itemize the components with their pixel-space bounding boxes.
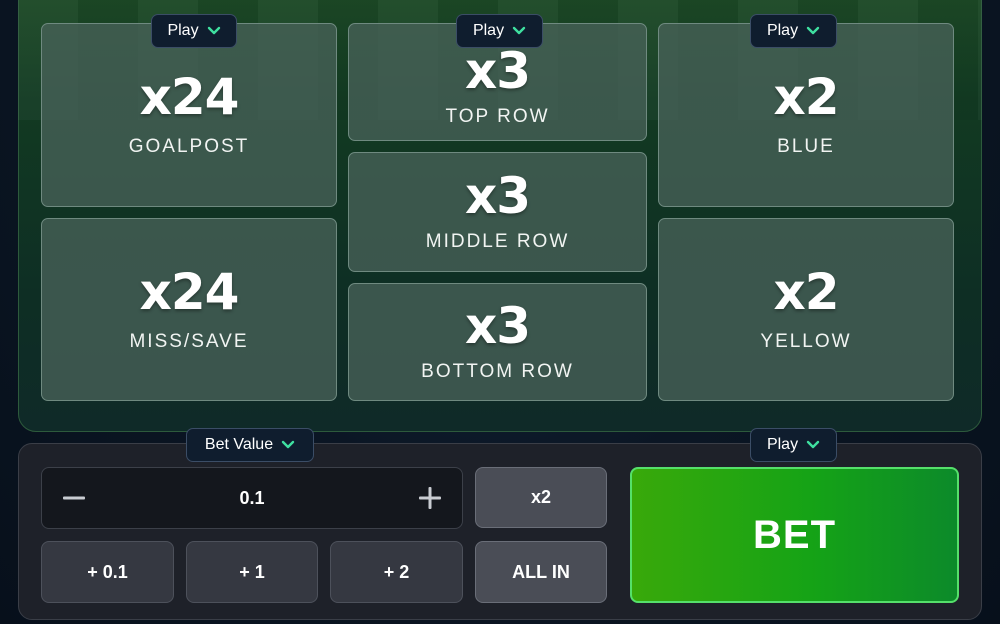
bet-tile-yellow[interactable]: x2 YELLOW — [658, 218, 954, 401]
chevron-down-icon — [207, 26, 220, 35]
tile-multiplier: x2 — [773, 68, 839, 126]
add-1-button[interactable]: + 1 — [186, 541, 318, 603]
minus-icon — [63, 496, 85, 500]
tile-label: BLUE — [777, 136, 835, 157]
bet-value-label: Bet Value — [204, 436, 274, 453]
bet-value-dropdown[interactable]: Bet Value — [186, 428, 314, 462]
bet-button[interactable]: BET — [630, 467, 959, 603]
bet-tile-blue[interactable]: x2 BLUE — [658, 23, 954, 207]
tile-label: BOTTOM ROW — [421, 361, 574, 382]
bet-tile-miss-save[interactable]: x24 MISS/SAVE — [41, 218, 337, 401]
plus-icon — [419, 487, 441, 509]
double-bet-button[interactable]: x2 — [475, 467, 607, 528]
tile-multiplier: x24 — [139, 262, 240, 321]
tile-multiplier: x3 — [464, 42, 531, 100]
tile-label: TOP ROW — [445, 106, 550, 127]
chevron-down-icon — [512, 26, 526, 35]
play-dropdown-right[interactable]: Play — [750, 14, 837, 48]
play-label: Play — [472, 22, 505, 39]
chevron-down-icon — [281, 440, 295, 449]
add-0-1-button[interactable]: + 0.1 — [41, 541, 174, 603]
bet-value-stepper: 0.1 — [41, 467, 463, 529]
play-dropdown-middle[interactable]: Play — [456, 14, 543, 48]
tile-multiplier: x2 — [773, 262, 839, 321]
tile-multiplier: x3 — [464, 167, 531, 225]
play-label: Play — [766, 22, 799, 39]
tile-label: MIDDLE ROW — [425, 231, 570, 252]
bet-tile-middle-row[interactable]: x3 MIDDLE ROW — [348, 152, 647, 272]
bet-value-display[interactable]: 0.1 — [102, 468, 402, 528]
tile-label: GOALPOST — [128, 136, 250, 157]
add-2-button[interactable]: + 2 — [330, 541, 463, 603]
bet-tile-bottom-row[interactable]: x3 BOTTOM ROW — [348, 283, 647, 401]
chevron-down-icon — [806, 440, 820, 449]
increase-bet-button[interactable] — [400, 468, 460, 528]
play-label: Play — [766, 436, 799, 453]
decrease-bet-button[interactable] — [44, 468, 104, 528]
bet-tile-goalpost[interactable]: x24 GOALPOST — [41, 23, 337, 207]
tile-multiplier: x3 — [464, 297, 531, 355]
all-in-button[interactable]: ALL IN — [475, 541, 607, 603]
chevron-down-icon — [806, 26, 820, 35]
tile-label: YELLOW — [760, 330, 852, 352]
tile-label: MISS/SAVE — [129, 330, 249, 352]
play-dropdown-bet[interactable]: Play — [750, 428, 837, 462]
play-dropdown-left[interactable]: Play — [151, 14, 237, 48]
tile-multiplier: x24 — [139, 68, 240, 126]
play-label: Play — [167, 22, 199, 39]
